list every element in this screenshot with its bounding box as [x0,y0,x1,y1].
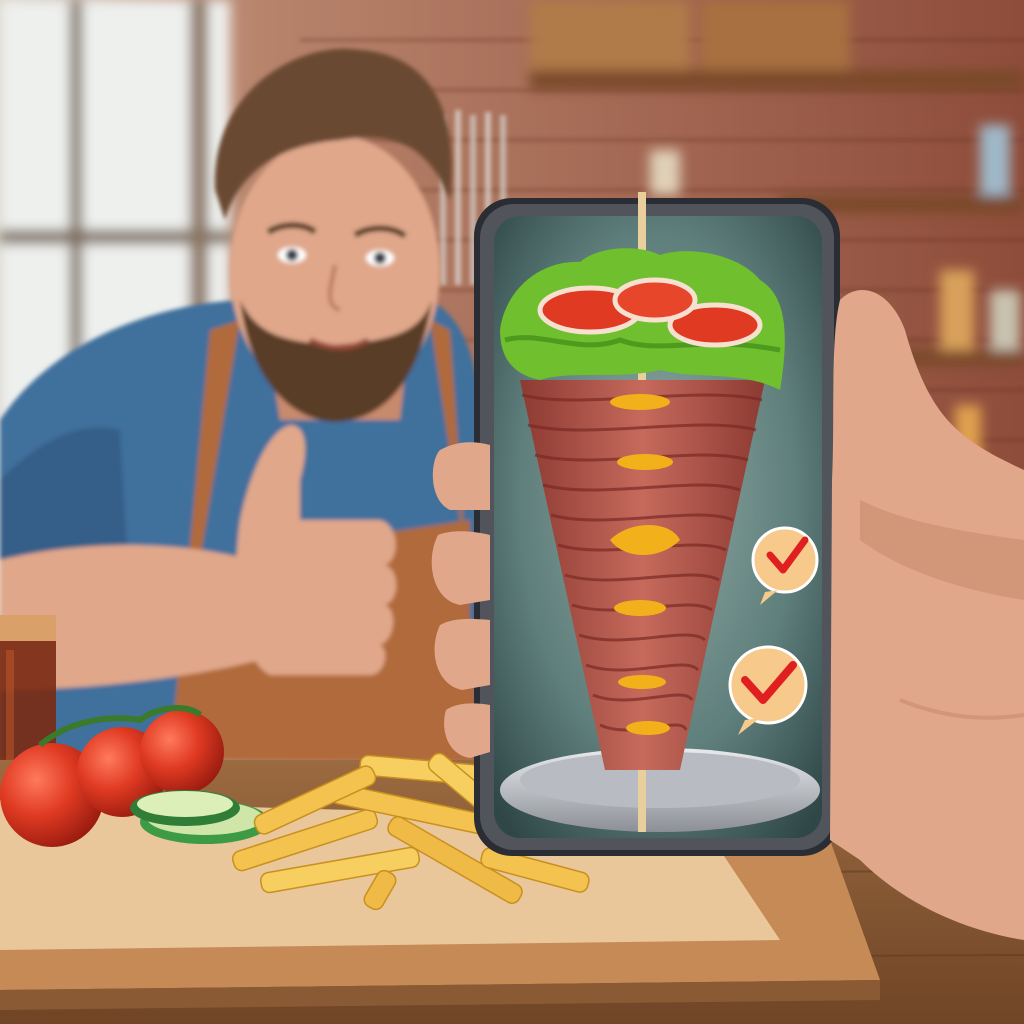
scene-illustration [0,0,1024,1024]
photo-scene [0,0,1024,1024]
phone [474,192,840,856]
